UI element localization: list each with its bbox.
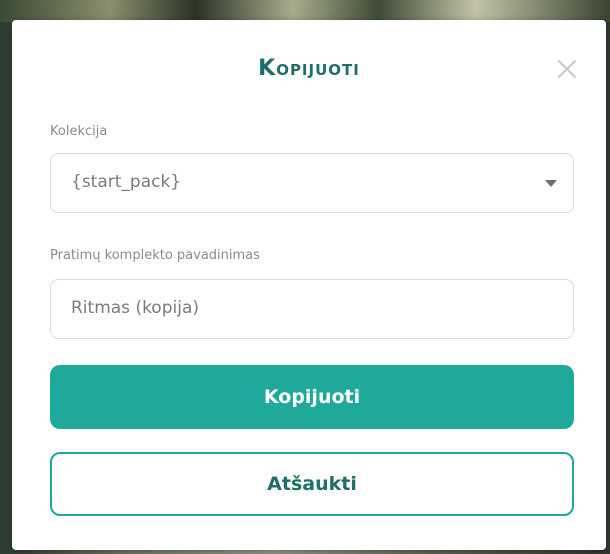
dialog-title: Kopijuoti xyxy=(258,56,360,81)
copy-button[interactable]: Kopijuoti xyxy=(50,365,574,429)
background-strip xyxy=(0,0,610,22)
collection-selected-value: {start_pack} xyxy=(71,172,182,192)
collection-select[interactable]: {start_pack} xyxy=(50,153,574,213)
cancel-button[interactable]: Atšaukti xyxy=(50,452,574,516)
copy-dialog: Kopijuoti Kolekcija {start_pack} Pratimų… xyxy=(12,20,606,550)
close-icon[interactable] xyxy=(554,56,580,82)
set-name-value: Ritmas (kopija) xyxy=(71,298,199,318)
set-name-label: Pratimų komplekto pavadinimas xyxy=(50,248,260,263)
collection-label: Kolekcija xyxy=(50,124,108,139)
chevron-down-icon xyxy=(545,180,557,187)
set-name-input[interactable]: Ritmas (kopija) xyxy=(50,279,574,339)
